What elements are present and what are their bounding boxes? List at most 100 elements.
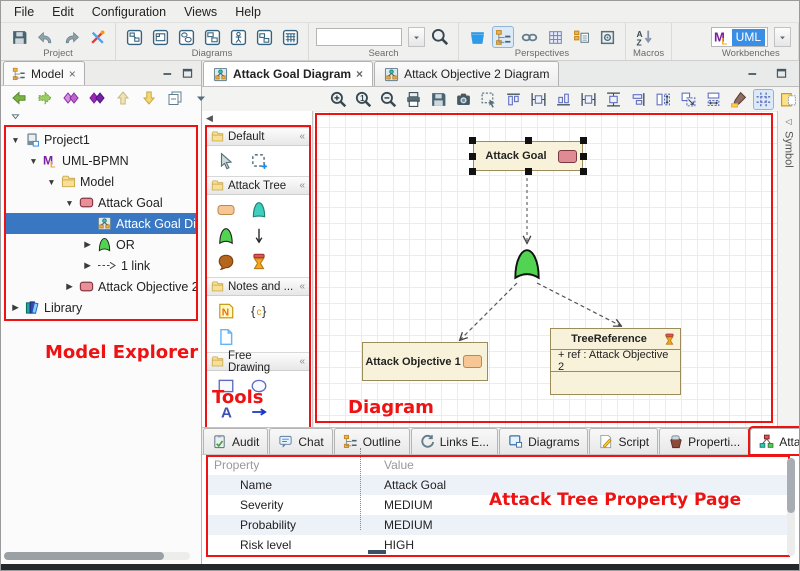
scroll-indicator[interactable] bbox=[368, 550, 386, 554]
minimize-button[interactable] bbox=[741, 63, 763, 85]
section-collapse-icon[interactable]: « bbox=[299, 180, 305, 191]
expand-arrow-icon[interactable]: ▶ bbox=[82, 239, 93, 250]
tree-item-attack-objective-2[interactable]: ▶Attack Objective 2 bbox=[6, 276, 196, 297]
menu-edit[interactable]: Edit bbox=[43, 3, 83, 21]
zoom-in-button[interactable] bbox=[328, 89, 349, 110]
or-gate-tool[interactable] bbox=[209, 223, 242, 249]
collapse-arrow-icon[interactable]: ▼ bbox=[10, 135, 21, 145]
palette-section-attack-tree[interactable]: Attack Tree« bbox=[207, 176, 309, 195]
column-header-value[interactable]: Value bbox=[362, 458, 414, 472]
selection-handle[interactable] bbox=[580, 168, 587, 175]
undo-button[interactable] bbox=[34, 26, 56, 48]
bottom-tab-script[interactable]: Script bbox=[589, 428, 658, 454]
bottom-tab-outline[interactable]: Outline bbox=[334, 428, 410, 454]
links-perspective-button[interactable] bbox=[518, 26, 540, 48]
detail-perspective-button[interactable] bbox=[570, 26, 592, 48]
diagram-node-attack-goal[interactable]: Attack Goal bbox=[473, 141, 583, 171]
constraint-tool[interactable]: {c} bbox=[242, 298, 275, 324]
selection-handle[interactable] bbox=[580, 153, 587, 160]
document-tool[interactable] bbox=[209, 324, 242, 350]
package-diagram-button[interactable] bbox=[123, 26, 145, 48]
redo-button[interactable] bbox=[60, 26, 82, 48]
sort-az-button[interactable]: AZ bbox=[633, 26, 655, 48]
property-value-cell[interactable]: MEDIUM bbox=[362, 518, 433, 532]
tree-item-model[interactable]: ▼Model bbox=[6, 171, 196, 192]
selection-handle[interactable] bbox=[469, 153, 476, 160]
zoom-original-button[interactable]: 1 bbox=[353, 89, 374, 110]
link-tool[interactable] bbox=[242, 223, 275, 249]
composition-button[interactable] bbox=[88, 87, 106, 109]
diagram-node-or-gate[interactable] bbox=[510, 247, 544, 281]
center-vertical-button[interactable] bbox=[628, 89, 649, 110]
diagram-canvas[interactable]: Attack Goal bbox=[313, 111, 777, 427]
tree-item-uml-bpmn[interactable]: ▼MLUML-BPMN bbox=[6, 150, 196, 171]
format-painter-button[interactable] bbox=[728, 89, 749, 110]
horizontal-scrollbar[interactable] bbox=[4, 552, 190, 560]
forward-button[interactable] bbox=[36, 87, 54, 109]
tree-item-or[interactable]: ▶OR bbox=[6, 234, 196, 255]
filter-dropdown-icon[interactable] bbox=[10, 111, 21, 122]
collapse-arrow-icon[interactable]: ▼ bbox=[64, 198, 75, 208]
selection-handle[interactable] bbox=[580, 137, 587, 144]
tab-model[interactable]: Model × bbox=[3, 61, 85, 85]
menu-help[interactable]: Help bbox=[226, 3, 270, 21]
selection-handle[interactable] bbox=[525, 168, 532, 175]
expand-arrow-icon[interactable]: ▶ bbox=[10, 302, 21, 313]
attack-node-tool[interactable] bbox=[209, 197, 242, 223]
state-diagram-button[interactable] bbox=[175, 26, 197, 48]
palette-section-notes-and-[interactable]: Notes and ...« bbox=[207, 277, 309, 296]
workspace-button[interactable] bbox=[466, 26, 488, 48]
editor-tab-attack-objective-2-diagram[interactable]: Attack Objective 2 Diagram bbox=[374, 61, 559, 86]
menu-views[interactable]: Views bbox=[175, 3, 226, 21]
selection-handle[interactable] bbox=[525, 137, 532, 144]
distribute-left-button[interactable] bbox=[528, 89, 549, 110]
expand-arrow-icon[interactable]: ▶ bbox=[82, 260, 93, 271]
safe-perspective-button[interactable] bbox=[596, 26, 618, 48]
palette-section-free-drawing[interactable]: Free Drawing« bbox=[207, 352, 309, 371]
menu-configuration[interactable]: Configuration bbox=[83, 3, 175, 21]
search-button[interactable] bbox=[429, 26, 451, 48]
use-case-diagram-button[interactable] bbox=[227, 26, 249, 48]
note-tool[interactable]: N bbox=[209, 298, 242, 324]
bottom-tab-diagrams[interactable]: Diagrams bbox=[499, 428, 588, 454]
comment-tool[interactable] bbox=[209, 249, 242, 275]
palette-section-default[interactable]: Default« bbox=[207, 127, 309, 146]
tree-item-project1[interactable]: ▼Project1 bbox=[6, 129, 196, 150]
close-icon[interactable]: × bbox=[356, 67, 363, 81]
frame-diagram-button[interactable] bbox=[149, 26, 171, 48]
bottom-tab-links-e-[interactable]: Links E... bbox=[411, 428, 498, 454]
section-collapse-icon[interactable]: « bbox=[299, 281, 305, 292]
tree-item-library[interactable]: ▶Library bbox=[6, 297, 196, 318]
save-button[interactable] bbox=[8, 26, 30, 48]
configure-button[interactable] bbox=[86, 26, 108, 48]
spread-horizontal-button[interactable] bbox=[603, 89, 624, 110]
search-input[interactable] bbox=[316, 28, 402, 46]
hierarchy-perspective-button[interactable] bbox=[492, 26, 514, 48]
palette-collapse[interactable]: ◀ bbox=[202, 111, 312, 125]
copy-view-button[interactable] bbox=[166, 87, 184, 109]
snap-grid-button[interactable] bbox=[753, 89, 774, 110]
model-tree[interactable]: ▼Project1▼MLUML-BPMN▼Model▼Attack GoalAt… bbox=[4, 125, 198, 321]
section-collapse-icon[interactable]: « bbox=[299, 356, 305, 367]
tree-item-attack-goal[interactable]: ▼Attack Goal bbox=[6, 192, 196, 213]
workbench-selector[interactable]: MLUML bbox=[711, 27, 768, 47]
expand-arrow-icon[interactable]: ▶ bbox=[64, 281, 75, 292]
collapse-arrow-icon[interactable]: ▼ bbox=[28, 156, 39, 166]
scrollbar-thumb[interactable] bbox=[4, 552, 164, 560]
and-gate-tool[interactable] bbox=[242, 197, 275, 223]
minimize-icon[interactable] bbox=[161, 67, 174, 80]
distribute-right-button[interactable] bbox=[578, 89, 599, 110]
scrollbar-thumb[interactable] bbox=[787, 458, 795, 513]
tree-item-1-link[interactable]: ▶1 link bbox=[6, 255, 196, 276]
new-diagram-button[interactable] bbox=[253, 26, 275, 48]
bottom-tab-attack-t-[interactable]: Attack T...× bbox=[750, 428, 800, 454]
maximize-button[interactable] bbox=[770, 63, 792, 85]
symbol-tab[interactable]: Symbol bbox=[783, 131, 795, 168]
workbench-dropdown[interactable] bbox=[774, 27, 791, 47]
print-button[interactable] bbox=[403, 89, 424, 110]
table-row-risk-level[interactable]: Risk levelHIGH bbox=[206, 535, 790, 555]
section-collapse-icon[interactable]: « bbox=[299, 131, 305, 142]
class-diagram-button[interactable] bbox=[201, 26, 223, 48]
page-setup-button[interactable] bbox=[778, 89, 799, 110]
close-icon[interactable]: × bbox=[69, 67, 76, 81]
